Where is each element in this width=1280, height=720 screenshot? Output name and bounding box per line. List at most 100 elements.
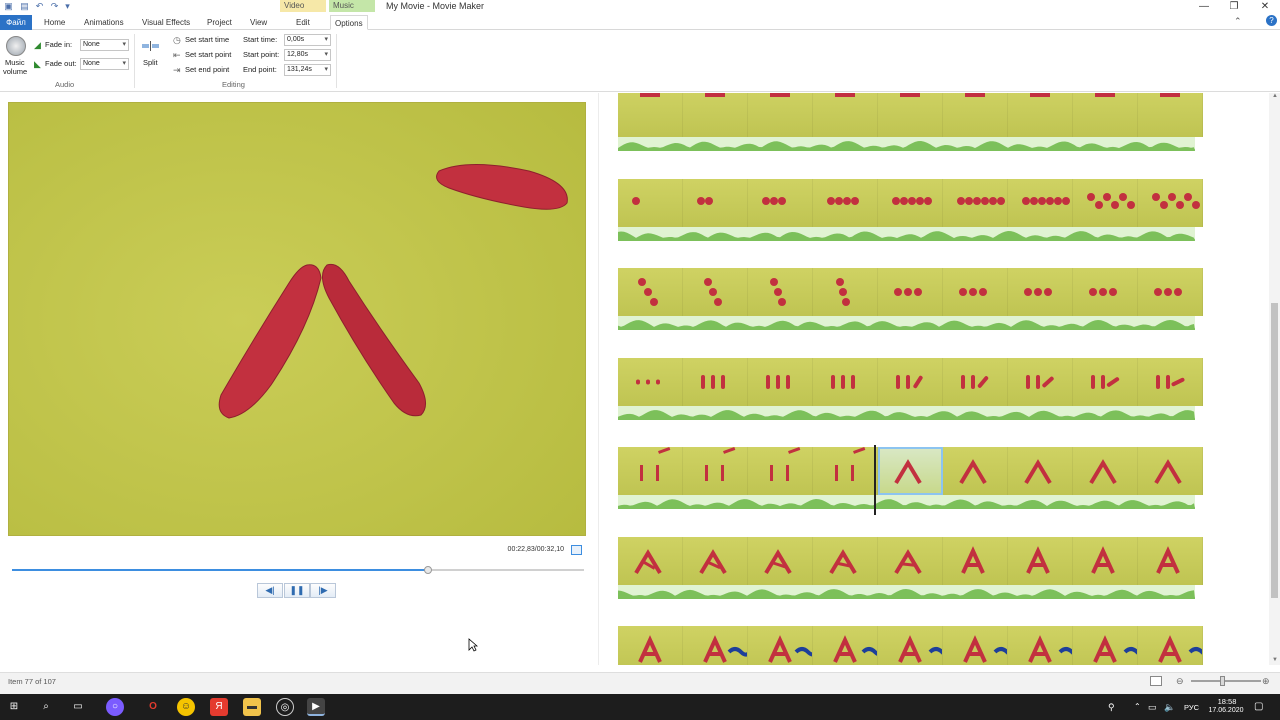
selected-video-thumbnail[interactable] xyxy=(878,447,943,495)
people-icon[interactable]: ⚲ xyxy=(1108,702,1115,713)
file-explorer-icon[interactable]: ▬ xyxy=(243,698,261,716)
video-thumbnail[interactable] xyxy=(878,357,943,406)
quick-access-dropdown-icon[interactable]: ▾ xyxy=(63,2,72,11)
video-thumbnail[interactable] xyxy=(683,357,748,406)
seek-thumb[interactable] xyxy=(424,566,433,574)
tab-home[interactable]: Home xyxy=(40,15,69,30)
audio-waveform-track[interactable] xyxy=(618,495,1195,509)
video-thumbnail[interactable] xyxy=(618,447,683,495)
video-thumbnail[interactable] xyxy=(1138,93,1203,137)
video-thumbnail[interactable] xyxy=(1138,357,1203,406)
video-thumbnail[interactable] xyxy=(1073,357,1138,406)
video-thumbnail[interactable] xyxy=(1138,626,1214,665)
video-thumbnail[interactable] xyxy=(748,93,813,137)
video-thumbnail[interactable] xyxy=(878,268,943,316)
end-point-field[interactable]: 131,24s xyxy=(284,64,331,76)
video-thumbnail[interactable] xyxy=(1008,178,1073,227)
video-thumbnail[interactable] xyxy=(943,178,1008,227)
windows-start-icon[interactable]: ⊞ xyxy=(5,698,23,716)
pane-divider[interactable] xyxy=(598,93,599,665)
yandex-icon[interactable]: Я xyxy=(210,698,228,716)
audio-waveform-track[interactable] xyxy=(618,137,1195,151)
notifications-icon[interactable]: ▢ xyxy=(1254,701,1263,712)
storyboard-clip-strip[interactable] xyxy=(618,268,1203,332)
pause-button[interactable]: ❚❚ xyxy=(284,583,310,598)
scroll-up-icon[interactable]: ▲ xyxy=(1272,93,1278,99)
video-thumbnail[interactable] xyxy=(1008,536,1073,585)
tray-chevron-icon[interactable]: ⌃ xyxy=(1134,702,1141,711)
video-thumbnail[interactable] xyxy=(683,268,748,316)
tab-file[interactable]: Файл xyxy=(0,15,32,30)
video-thumbnail[interactable] xyxy=(943,268,1008,316)
chrome-icon[interactable]: ◎ xyxy=(276,698,294,716)
previous-frame-button[interactable]: ◀| xyxy=(257,583,283,598)
video-thumbnail[interactable] xyxy=(618,93,683,137)
video-thumbnail[interactable] xyxy=(1138,447,1203,495)
video-thumbnail[interactable] xyxy=(813,447,878,495)
audio-waveform-track[interactable] xyxy=(618,316,1195,330)
video-thumbnails[interactable] xyxy=(618,93,1203,137)
video-thumbnail[interactable] xyxy=(813,536,878,585)
playhead-indicator[interactable] xyxy=(874,445,876,515)
zoom-slider-thumb[interactable] xyxy=(1219,676,1225,686)
video-thumbnail[interactable] xyxy=(618,536,683,585)
collapse-ribbon-icon[interactable]: ⌃ xyxy=(1234,16,1242,27)
video-thumbnail[interactable] xyxy=(683,626,753,665)
video-thumbnail[interactable] xyxy=(943,447,1008,495)
video-thumbnail[interactable] xyxy=(1008,447,1073,495)
video-thumbnail[interactable] xyxy=(1008,93,1073,137)
music-volume-icon[interactable] xyxy=(6,36,26,56)
start-point-field[interactable]: 12,80s xyxy=(284,49,331,61)
video-thumbnail[interactable] xyxy=(878,626,954,665)
video-thumbnail[interactable] xyxy=(618,268,683,316)
video-thumbnail[interactable] xyxy=(943,536,1008,585)
tab-project[interactable]: Project xyxy=(203,15,236,30)
undo-icon[interactable]: ↶ xyxy=(35,2,44,11)
video-preview[interactable] xyxy=(8,102,586,536)
alice-assistant-icon[interactable]: ○ xyxy=(106,698,124,716)
language-indicator[interactable]: РУС xyxy=(1184,703,1199,712)
audio-waveform-track[interactable] xyxy=(618,226,1195,241)
video-thumbnail[interactable] xyxy=(813,268,878,316)
storyboard[interactable] xyxy=(600,93,1268,665)
volume-icon[interactable]: 🔈 xyxy=(1164,702,1175,713)
video-thumbnail[interactable] xyxy=(1008,626,1084,665)
close-button[interactable]: ✕ xyxy=(1250,0,1280,14)
video-thumbnail[interactable] xyxy=(748,178,813,227)
video-thumbnail[interactable] xyxy=(748,447,813,495)
video-thumbnail[interactable] xyxy=(618,357,683,406)
video-thumbnails[interactable] xyxy=(618,536,1203,585)
fade-out-select[interactable]: None xyxy=(80,58,129,70)
task-view-icon[interactable]: ▭ xyxy=(69,698,87,716)
video-thumbnail[interactable] xyxy=(1073,536,1138,585)
restore-button[interactable]: ❐ xyxy=(1219,0,1249,14)
storyboard-clip-strip[interactable] xyxy=(618,357,1203,422)
storyboard-clip-strip[interactable] xyxy=(618,178,1203,243)
audio-waveform-track[interactable] xyxy=(618,405,1195,420)
video-thumbnail[interactable] xyxy=(813,626,887,665)
video-thumbnail[interactable] xyxy=(683,536,748,585)
video-thumbnail[interactable] xyxy=(943,357,1008,406)
video-thumbnails[interactable] xyxy=(618,178,1203,227)
video-thumbnail[interactable] xyxy=(1138,268,1203,316)
thumbnail-size-icon[interactable] xyxy=(1150,676,1162,686)
video-thumbnail[interactable] xyxy=(1073,268,1138,316)
tab-visual-effects[interactable]: Visual Effects xyxy=(138,15,194,30)
clock-date[interactable]: 17.06.2020 xyxy=(1206,707,1246,714)
video-thumbnail[interactable] xyxy=(1138,536,1203,585)
video-thumbnail[interactable] xyxy=(813,178,878,227)
redo-icon[interactable]: ↷ xyxy=(50,2,59,11)
scroll-down-icon[interactable]: ▼ xyxy=(1272,657,1278,663)
video-thumbnail[interactable] xyxy=(878,178,943,227)
set-end-point-button[interactable]: Set end point xyxy=(185,65,229,75)
video-thumbnail[interactable] xyxy=(683,93,748,137)
search-icon[interactable]: ⌕ xyxy=(37,698,55,716)
clock-time[interactable]: 18:58 xyxy=(1210,697,1244,706)
video-thumbnails[interactable] xyxy=(618,626,1214,665)
save-icon[interactable]: ▤ xyxy=(20,2,29,11)
tab-animations[interactable]: Animations xyxy=(80,15,128,30)
video-thumbnails[interactable] xyxy=(618,447,1203,495)
video-thumbnail[interactable] xyxy=(813,93,878,137)
storyboard-clip-strip[interactable] xyxy=(618,93,1203,153)
audio-waveform-track[interactable] xyxy=(618,584,1195,599)
